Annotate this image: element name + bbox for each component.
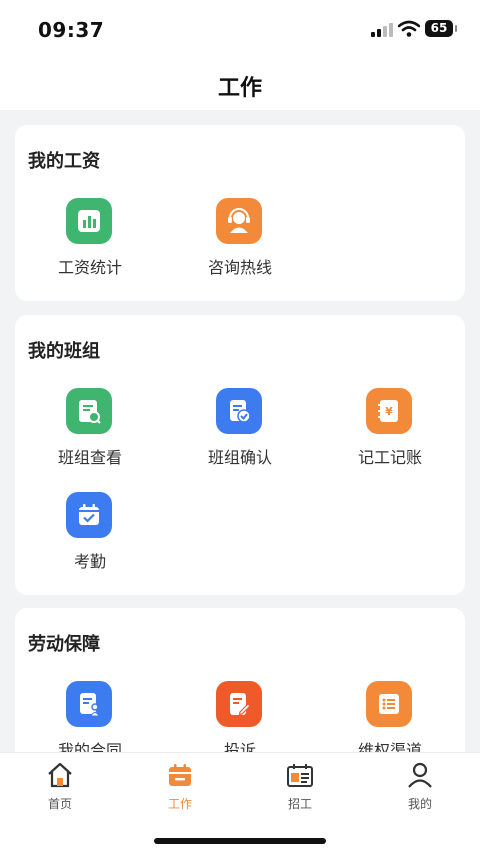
work-record-label: 记工记账	[357, 448, 422, 467]
customer-service-icon	[216, 198, 262, 244]
tab-work-label: 工作	[167, 797, 192, 811]
salary-card: 我的工资 工资统计 咨询热线	[15, 125, 465, 301]
tab-work[interactable]: 工作	[120, 753, 240, 823]
wifi-icon	[398, 20, 420, 37]
attendance-button[interactable]: 考勤	[15, 492, 165, 582]
yuan-notebook-icon: ¥	[366, 388, 412, 434]
chart-icon	[66, 198, 112, 244]
tab-mine-label: 我的	[407, 797, 432, 811]
tab-mine[interactable]: 我的	[360, 753, 480, 823]
labor-protection-card: 劳动保障 我的合同 投诉 维权渠道	[15, 608, 465, 768]
tab-bar: 首页 工作 招工 我的	[0, 752, 480, 855]
page-title: 工作	[217, 76, 262, 101]
status-bar: 09:37 65	[0, 0, 480, 62]
section-title-salary: 我的工资	[28, 151, 100, 172]
document-search-icon	[66, 388, 112, 434]
home-icon	[48, 762, 72, 788]
contract-icon	[66, 681, 112, 727]
nav-bar: 工作	[0, 62, 480, 110]
work-calendar-icon	[169, 764, 191, 786]
battery-icon: 65	[425, 20, 457, 37]
team-view-label: 班组查看	[57, 448, 122, 467]
recruit-icon	[287, 764, 313, 787]
team-view-button[interactable]: 班组查看	[15, 388, 165, 478]
complaint-edit-icon	[216, 681, 262, 727]
status-time: 09:37	[38, 18, 105, 42]
person-icon	[408, 762, 432, 788]
list-icon	[366, 681, 412, 727]
tab-home[interactable]: 首页	[0, 753, 120, 823]
hotline-button[interactable]: 咨询热线	[165, 198, 315, 288]
calendar-check-icon	[66, 492, 112, 538]
tab-home-label: 首页	[47, 797, 72, 811]
team-card: 我的班组 班组查看 班组确认 ¥ 记工记账 考勤	[15, 315, 465, 595]
section-title-labor: 劳动保障	[28, 634, 100, 655]
cellular-signal-icon	[371, 23, 393, 37]
svg-text:¥: ¥	[385, 405, 393, 418]
attendance-label: 考勤	[73, 552, 106, 571]
team-confirm-label: 班组确认	[207, 448, 272, 467]
document-check-icon	[216, 388, 262, 434]
home-indicator	[154, 838, 326, 844]
salary-stats-label: 工资统计	[57, 258, 122, 277]
tab-recruit[interactable]: 招工	[240, 753, 360, 823]
team-confirm-button[interactable]: 班组确认	[165, 388, 315, 478]
hotline-label: 咨询热线	[207, 258, 272, 277]
section-title-team: 我的班组	[28, 341, 100, 362]
work-record-button[interactable]: ¥ 记工记账	[315, 388, 465, 478]
salary-stats-button[interactable]: 工资统计	[15, 198, 165, 288]
tab-recruit-label: 招工	[287, 797, 312, 811]
